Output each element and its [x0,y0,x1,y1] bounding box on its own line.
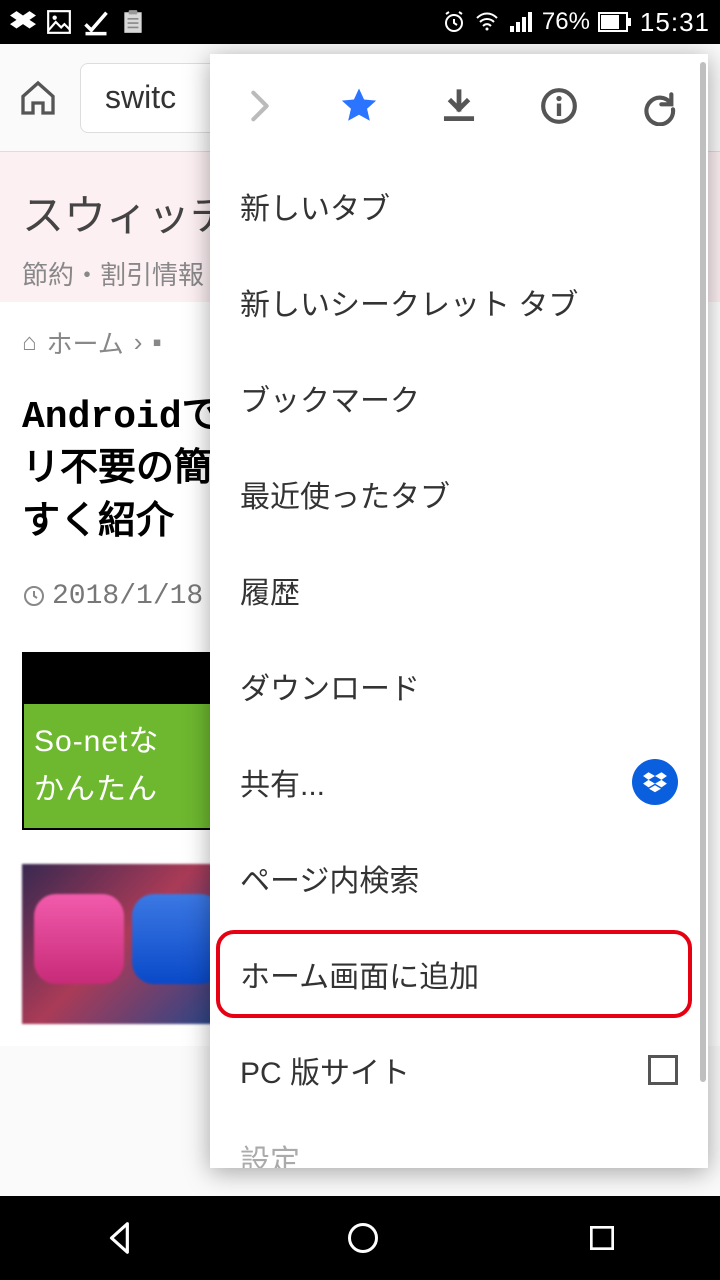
desktop-site-checkbox[interactable] [648,1055,678,1085]
share-target-dropbox-icon [632,759,678,805]
menu-item-label: ページ内検索 [240,856,419,900]
banner-line: かんたん [34,766,200,814]
battery-percent: 76% [542,8,590,36]
banner-line: So-netな [34,718,200,766]
menu-item-bookmarks[interactable]: ブックマーク [210,350,708,446]
clock-icon [22,584,46,608]
menu-item-add-to-home[interactable]: ホーム画面に追加 [210,926,708,1022]
ad-banner[interactable]: So-netな かんたん [22,652,212,830]
signal-icon [508,10,534,34]
check-icon [82,8,110,36]
status-right: 76% 15:31 [442,7,710,38]
menu-item-desktop-site[interactable]: PC 版サイト [210,1022,708,1118]
menu-item-label: 新しいタブ [240,184,390,228]
menu-item-label: 履歴 [240,568,300,612]
menu-item-label: ブックマーク [240,376,420,420]
menu-item-new-tab[interactable]: 新しいタブ [210,158,708,254]
recents-button[interactable] [586,1222,618,1254]
info-icon[interactable] [531,78,587,134]
menu-item-label: 新しいシークレット タブ [240,280,578,324]
menu-item-label: 設定 [240,1136,300,1168]
star-icon[interactable] [331,78,387,134]
menu-item-history[interactable]: 履歴 [210,542,708,638]
wifi-icon [474,10,500,34]
article-date-text: 2018/1/18 [52,581,203,612]
breadcrumb-home-icon: ⌂ [22,329,37,357]
home-button[interactable] [345,1220,381,1256]
home-icon[interactable] [18,78,58,118]
chevron-right-icon: › [134,327,143,358]
android-nav-bar [0,1196,720,1280]
overflow-menu: 新しいタブ 新しいシークレット タブ ブックマーク 最近使ったタブ 履歴 ダウン… [210,54,708,1168]
forward-icon[interactable] [232,78,288,134]
dropbox-icon [10,9,36,35]
menu-item-share[interactable]: 共有... [210,734,708,830]
article-image [22,864,212,1024]
status-clock: 15:31 [640,7,710,38]
menu-item-label: 最近使ったタブ [240,472,450,516]
menu-item-label: 共有... [240,760,325,804]
menu-icon-row [210,54,708,158]
breadcrumb-next-icon: ▪ [152,327,161,358]
menu-item-settings[interactable]: 設定 [210,1118,708,1168]
menu-item-label: PC 版サイト [240,1048,410,1092]
menu-item-recent-tabs[interactable]: 最近使ったタブ [210,446,708,542]
alarm-icon [442,10,466,34]
url-text: switc [105,79,176,116]
download-icon[interactable] [431,78,487,134]
status-bar: 76% 15:31 [0,0,720,44]
menu-item-label: ダウンロード [240,664,420,708]
image-icon [46,9,72,35]
menu-item-label: ホーム画面に追加 [240,952,479,996]
menu-item-downloads[interactable]: ダウンロード [210,638,708,734]
battery-icon [598,12,632,32]
refresh-icon[interactable] [630,78,686,134]
menu-item-find-in-page[interactable]: ページ内検索 [210,830,708,926]
breadcrumb-home: ホーム [47,324,124,361]
status-left [10,8,146,36]
clipboard-icon [120,8,146,36]
back-button[interactable] [102,1219,140,1257]
menu-item-new-incognito-tab[interactable]: 新しいシークレット タブ [210,254,708,350]
